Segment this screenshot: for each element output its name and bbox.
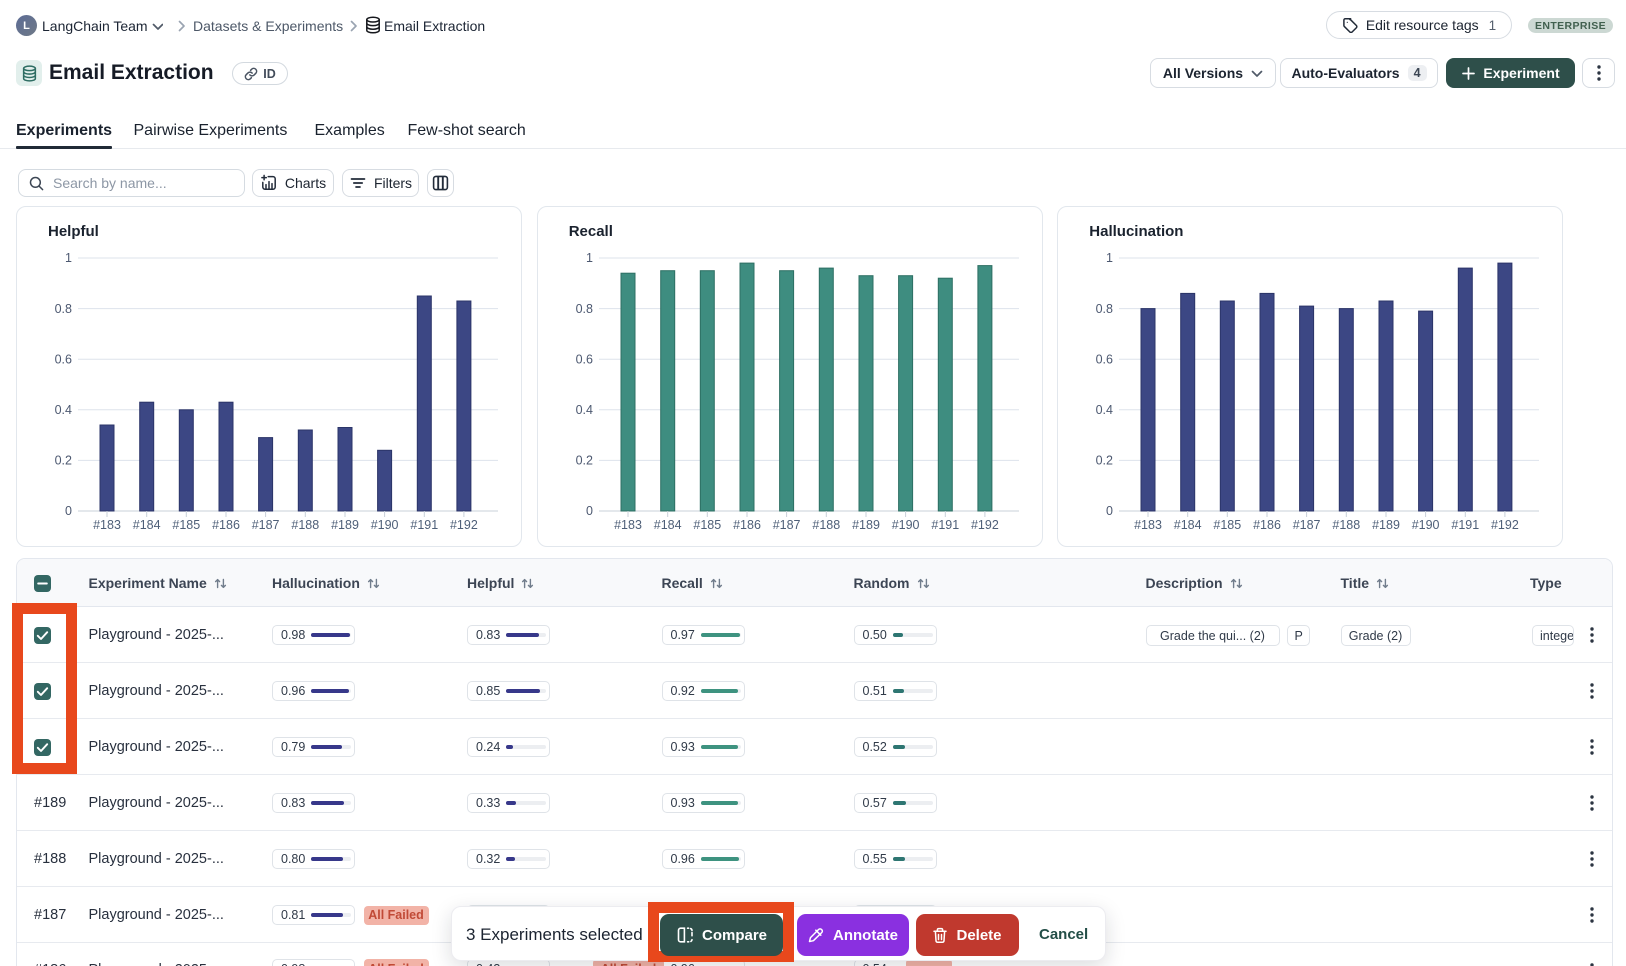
- svg-text:#187: #187: [1293, 518, 1321, 532]
- svg-text:#188: #188: [291, 518, 319, 532]
- svg-text:#184: #184: [133, 518, 161, 532]
- svg-text:#191: #191: [931, 518, 959, 532]
- svg-text:#184: #184: [653, 518, 681, 532]
- svg-text:#183: #183: [93, 518, 121, 532]
- svg-text:#185: #185: [1214, 518, 1242, 532]
- svg-text:#186: #186: [1253, 518, 1281, 532]
- svg-text:0.4: 0.4: [575, 403, 592, 417]
- svg-text:#185: #185: [693, 518, 721, 532]
- svg-text:#191: #191: [1452, 518, 1480, 532]
- svg-text:0: 0: [1106, 504, 1113, 518]
- svg-text:0.8: 0.8: [575, 302, 592, 316]
- svg-text:#190: #190: [1412, 518, 1440, 532]
- svg-text:0.2: 0.2: [1096, 454, 1113, 468]
- svg-text:#189: #189: [1372, 518, 1400, 532]
- svg-text:#192: #192: [450, 518, 478, 532]
- svg-text:#188: #188: [812, 518, 840, 532]
- svg-text:0.2: 0.2: [575, 454, 592, 468]
- svg-text:#188: #188: [1333, 518, 1361, 532]
- svg-text:#185: #185: [172, 518, 200, 532]
- svg-text:0: 0: [586, 504, 593, 518]
- svg-text:1: 1: [586, 251, 593, 265]
- svg-text:#190: #190: [891, 518, 919, 532]
- svg-text:1: 1: [1106, 251, 1113, 265]
- svg-text:0.8: 0.8: [1096, 302, 1113, 316]
- svg-text:#187: #187: [252, 518, 280, 532]
- svg-text:#192: #192: [971, 518, 999, 532]
- svg-text:#189: #189: [852, 518, 880, 532]
- svg-text:0.6: 0.6: [55, 352, 72, 366]
- svg-text:#183: #183: [1134, 518, 1162, 532]
- svg-text:#187: #187: [772, 518, 800, 532]
- svg-text:0.4: 0.4: [1096, 403, 1113, 417]
- svg-text:#192: #192: [1491, 518, 1519, 532]
- svg-text:#190: #190: [371, 518, 399, 532]
- svg-text:#186: #186: [212, 518, 240, 532]
- svg-text:0: 0: [65, 504, 72, 518]
- svg-text:0.4: 0.4: [55, 403, 72, 417]
- svg-text:0.6: 0.6: [1096, 352, 1113, 366]
- svg-text:#186: #186: [733, 518, 761, 532]
- svg-text:#183: #183: [614, 518, 642, 532]
- svg-text:#184: #184: [1174, 518, 1202, 532]
- svg-text:0.2: 0.2: [55, 454, 72, 468]
- svg-text:#189: #189: [331, 518, 359, 532]
- svg-text:0.6: 0.6: [575, 352, 592, 366]
- svg-text:1: 1: [65, 251, 72, 265]
- svg-text:0.8: 0.8: [55, 302, 72, 316]
- svg-text:#191: #191: [410, 518, 438, 532]
